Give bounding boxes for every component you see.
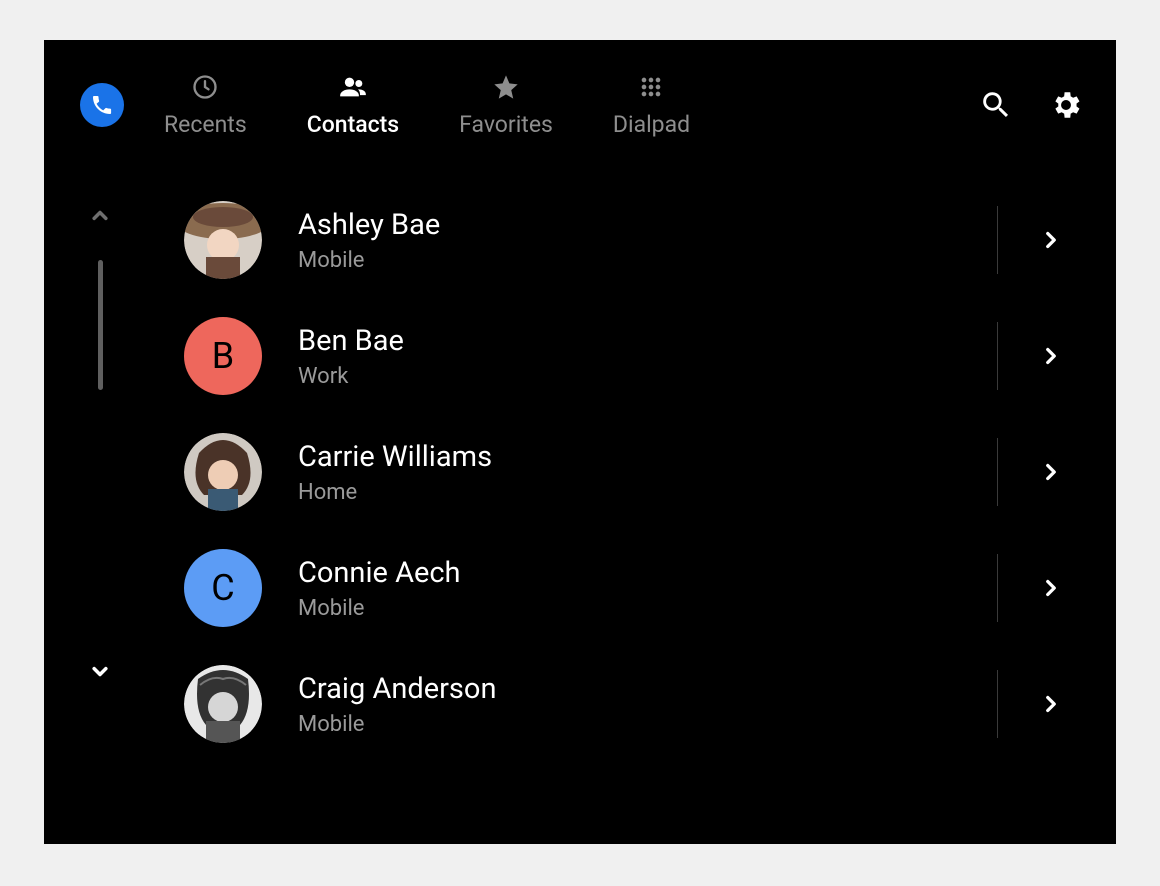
contact-row[interactable]: Craig Anderson Mobile [184,646,1066,762]
chevron-up-icon [86,202,114,230]
row-divider [997,670,998,738]
chevron-down-icon [86,657,114,685]
contact-info: Carrie Williams Home [298,440,959,505]
contact-subtitle: Mobile [298,248,959,273]
tab-label: Dialpad [613,111,690,138]
contact-subtitle: Home [298,480,959,505]
contact-subtitle: Mobile [298,712,959,737]
avatar-initial: B [212,335,234,377]
tab-favorites[interactable]: Favorites [459,73,553,138]
contact-row[interactable]: Ashley Bae Mobile [184,182,1066,298]
row-divider [997,554,998,622]
contact-name: Carrie Williams [298,440,959,474]
tab-dialpad[interactable]: Dialpad [613,73,690,138]
dialpad-icon [637,73,665,101]
contact-info: Ashley Bae Mobile [298,208,959,273]
avatar-photo [184,433,262,511]
search-button[interactable] [976,85,1016,125]
people-icon [339,73,367,101]
row-divider [997,206,998,274]
avatar-photo [184,201,262,279]
app-header: Recents Contacts Favorites Dialpad [44,40,1116,170]
phone-app-window: Recents Contacts Favorites Dialpad [44,40,1116,844]
tab-recents[interactable]: Recents [164,73,247,138]
chevron-right-icon [1038,691,1064,717]
contact-row[interactable]: B Ben Bae Work [184,298,1066,414]
header-actions [976,85,1086,125]
row-divider [997,322,998,390]
contacts-list: Ashley Bae Mobile B Ben Bae Work [184,182,1066,844]
avatar: C [184,549,262,627]
dialer-button[interactable] [80,83,124,127]
scroll-track[interactable] [98,260,103,390]
avatar-photo [184,665,262,743]
search-icon [979,88,1013,122]
gear-icon [1049,88,1083,122]
contact-name: Connie Aech [298,556,959,590]
settings-button[interactable] [1046,85,1086,125]
contact-row[interactable]: C Connie Aech Mobile [184,530,1066,646]
tab-label: Favorites [459,111,553,138]
star-icon [492,73,520,101]
clock-icon [191,73,219,101]
scroll-up-button[interactable] [84,200,116,232]
chevron-right-icon [1038,343,1064,369]
row-divider [997,438,998,506]
contact-subtitle: Mobile [298,596,959,621]
contact-details-button[interactable] [1036,573,1066,603]
contact-row[interactable]: Carrie Williams Home [184,414,1066,530]
avatar [184,201,262,279]
contact-subtitle: Work [298,364,959,389]
contact-info: Craig Anderson Mobile [298,672,959,737]
scroll-down-button[interactable] [84,655,116,687]
chevron-right-icon [1038,459,1064,485]
chevron-right-icon [1038,575,1064,601]
contact-name: Ashley Bae [298,208,959,242]
contact-details-button[interactable] [1036,457,1066,487]
avatar: B [184,317,262,395]
chevron-right-icon [1038,227,1064,253]
phone-icon [90,93,114,117]
contact-details-button[interactable] [1036,225,1066,255]
contact-details-button[interactable] [1036,341,1066,371]
contacts-content: Ashley Bae Mobile B Ben Bae Work [44,170,1116,844]
avatar [184,433,262,511]
header-tabs: Recents Contacts Favorites Dialpad [164,73,976,138]
tab-contacts[interactable]: Contacts [307,73,399,138]
tab-label: Recents [164,111,247,138]
scroll-indicator [84,200,116,390]
contact-info: Connie Aech Mobile [298,556,959,621]
avatar-initial: C [211,567,234,609]
contact-info: Ben Bae Work [298,324,959,389]
tab-label: Contacts [307,111,399,138]
contact-name: Craig Anderson [298,672,959,706]
avatar [184,665,262,743]
contact-name: Ben Bae [298,324,959,358]
contact-details-button[interactable] [1036,689,1066,719]
